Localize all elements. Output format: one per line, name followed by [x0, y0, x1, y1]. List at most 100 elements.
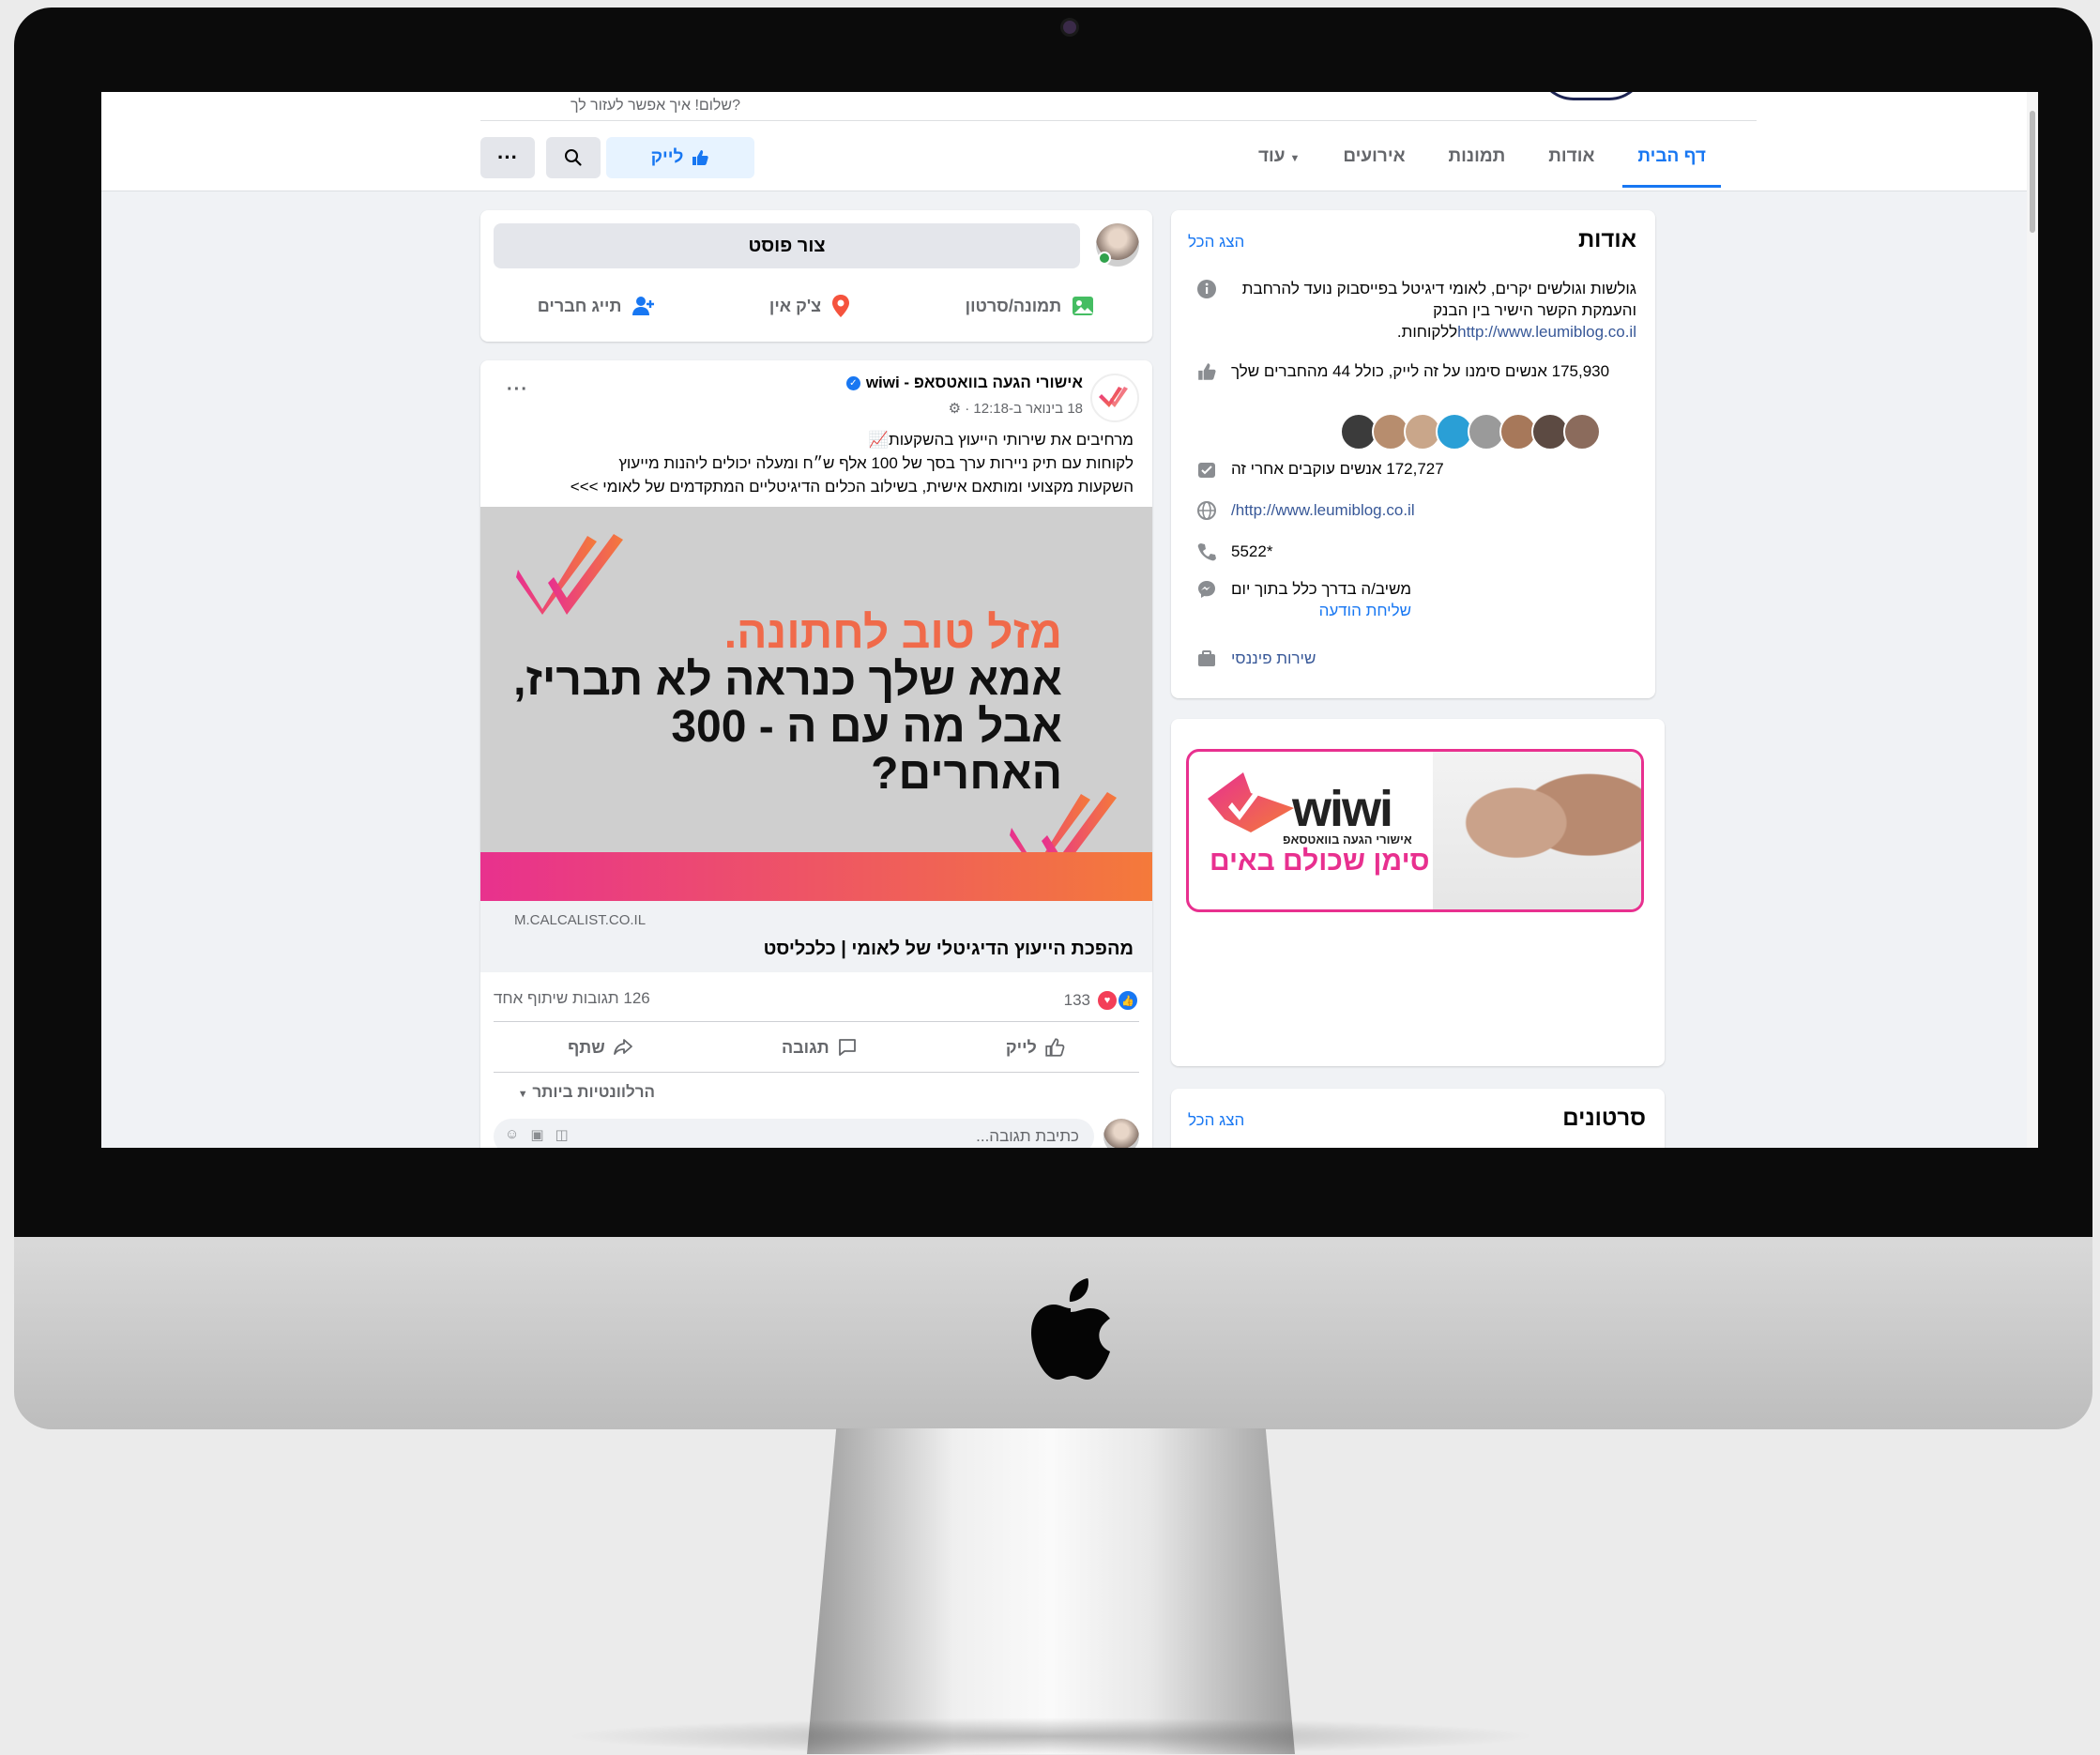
create-post-input[interactable]: צור פוסט	[494, 223, 1080, 268]
comment-sort-dropdown[interactable]: הרלוונטיות ביותר ▼	[518, 1083, 655, 1102]
gear-icon: ⚙	[948, 401, 962, 417]
browser-screen: שלום! איך אפשר לעזור לך? דף הבית אודות ת…	[101, 92, 2038, 1148]
thumbs-up-icon	[1195, 360, 1218, 383]
post-timestamp[interactable]: 18 בינואר ב-12:18 · ⚙	[949, 400, 1083, 417]
create-post-placeholder: צור פוסט	[748, 235, 826, 256]
photo-video-button[interactable]: תמונה/סרטון	[966, 294, 1096, 318]
online-indicator	[1098, 252, 1111, 265]
vertical-scrollbar[interactable]	[2027, 92, 2038, 1148]
post-author-avatar[interactable]	[1090, 374, 1139, 422]
caret-down-icon: ▼	[1289, 153, 1301, 164]
location-pin-icon	[832, 295, 850, 317]
comment-button[interactable]: תגובה	[782, 1037, 858, 1058]
share-button[interactable]: שתף	[568, 1037, 633, 1058]
divider	[480, 120, 1757, 121]
post-stats: 133 ♥ 👍 126 תגובות שיתוף אחד	[494, 980, 1139, 1022]
website-link[interactable]: http://www.leumiblog.co.il/	[1231, 499, 1415, 522]
tag-friends-button[interactable]: תייג חברים	[538, 294, 656, 318]
stand-shadow	[563, 1717, 1539, 1755]
search-button[interactable]	[546, 137, 601, 178]
page-avatar	[1537, 92, 1646, 100]
about-title: אודות	[1577, 227, 1636, 252]
tab-events[interactable]: אירועים	[1339, 141, 1408, 188]
feed-post: wiwi - אישורי הגעה בוואטסאפ ✓ 18 בינואר …	[480, 360, 1152, 1148]
sticker-icon[interactable]: ◫	[555, 1126, 569, 1143]
gradient-bar	[480, 852, 1152, 901]
like-reaction-icon: 👍	[1117, 989, 1139, 1012]
info-icon	[1195, 278, 1218, 300]
see-all-link[interactable]: הצג הכל	[1188, 233, 1244, 252]
timestamp-text: 18 בינואר ב-12:18 ·	[965, 401, 1083, 417]
action-label: שתף	[568, 1037, 605, 1057]
post-author-name[interactable]: wiwi - אישורי הגעה בוואטסאפ ✓	[845, 374, 1083, 392]
heart-reaction-icon: ♥	[1096, 989, 1118, 1012]
response-info: משיב/ה בדרך כלל בתוך יום שליחת הודעה	[1231, 578, 1411, 621]
action-label: צ'ק אין	[768, 296, 822, 315]
post-actions: לייק תגובה שתף	[494, 1023, 1139, 1073]
about-phone: *5522	[1195, 541, 1636, 563]
action-label: לייק	[1005, 1037, 1037, 1057]
post-options-button[interactable]: ···	[507, 379, 528, 401]
scrollbar-thumb[interactable]	[2030, 111, 2035, 233]
headline-accent: מזל טוב לחתונה.	[723, 608, 1062, 658]
photo-icon	[1073, 297, 1094, 315]
gif-icon[interactable]: ▣	[530, 1126, 543, 1143]
send-message-link[interactable]: שליחת הודעה	[1231, 600, 1411, 621]
like-button[interactable]: לייק	[1006, 1037, 1065, 1058]
tab-label: אודות	[1548, 146, 1595, 166]
category-link[interactable]: שירות פיננסי	[1231, 648, 1316, 670]
friend-avatars[interactable]	[1340, 413, 1601, 450]
user-avatar	[1103, 1119, 1139, 1148]
composer-actions: תמונה/סרטון צ'ק אין תייג חברים	[480, 278, 1152, 334]
ellipsis-icon: ···	[497, 145, 518, 169]
comments-shares-count[interactable]: 126 תגובות שיתוף אחד	[494, 989, 650, 1008]
reactions-summary[interactable]: 133 ♥ 👍	[1064, 989, 1139, 1012]
wiwi-logo-icon	[1099, 387, 1128, 407]
followers-text: 172,727 אנשים עוקבים אחרי זה	[1231, 460, 1444, 478]
description-link[interactable]: http://www.leumiblog.co.il	[1457, 323, 1636, 341]
post-image[interactable]: מזל טוב לחתונה. אמא שלך כנראה לא תבריז, …	[480, 507, 1152, 901]
page-header: שלום! איך אפשר לעזור לך? דף הבית אודות ת…	[101, 92, 2038, 191]
more-options-button[interactable]: ···	[480, 137, 535, 178]
followers-icon	[1195, 458, 1218, 481]
search-icon	[565, 149, 582, 166]
videos-card: סרטונים הצג הכל	[1171, 1089, 1665, 1148]
about-followers: 172,727 אנשים עוקבים אחרי זה	[1195, 458, 1636, 481]
tag-friends-icon	[632, 297, 655, 315]
about-likes: 175,930 אנשים סימנו על זה לייק, כולל 44 …	[1195, 360, 1636, 383]
greeting-text: שלום! איך אפשר לעזור לך?	[571, 98, 740, 114]
page-like-button[interactable]: לייק	[606, 137, 754, 178]
tab-home[interactable]: דף הבית	[1622, 141, 1721, 188]
action-label: תמונה/סרטון	[965, 296, 1062, 315]
messenger-icon	[1195, 578, 1218, 601]
ad-brand: wiwi	[1292, 781, 1393, 837]
about-card: אודות הצג הכל גולשות וגולשים יקרים, לאומ…	[1171, 210, 1655, 698]
about-description: גולשות וגולשים יקרים, לאומי דיגיטל בפייס…	[1195, 278, 1636, 343]
author-label: wiwi - אישורי הגעה בוואטסאפ	[865, 374, 1083, 391]
create-post-card: צור פוסט תמונה/סרטון צ'ק אין תייג חברים	[480, 210, 1152, 342]
see-all-link[interactable]: הצג הכל	[1188, 1111, 1244, 1130]
sort-label: הרלוונטיות ביותר	[532, 1083, 655, 1101]
description-body: גולשות וגולשים יקרים, לאומי דיגיטל בפייס…	[1241, 280, 1636, 319]
like-label: לייק	[650, 147, 684, 167]
tab-more[interactable]: עוד ▼	[1255, 141, 1303, 188]
check-in-button[interactable]: צ'ק אין	[769, 294, 851, 318]
friend-avatar	[1563, 413, 1601, 450]
wiwi-logo-icon	[1208, 772, 1294, 832]
link-preview[interactable]: M.CALCALIST.CO.IL מהפכת הייעוץ הדיגיטלי …	[480, 901, 1152, 972]
comment-icon	[838, 1039, 856, 1056]
description-tail: ללקוחות.	[1396, 323, 1458, 341]
tab-label: אירועים	[1343, 146, 1406, 166]
emoji-icon[interactable]: ☺	[505, 1126, 519, 1143]
tab-label: תמונות	[1448, 146, 1506, 166]
tab-about[interactable]: אודות	[1545, 141, 1598, 188]
double-check-icon	[516, 534, 623, 615]
share-icon	[613, 1039, 632, 1055]
comment-input[interactable]: כתיבת תגובה... ☺ ▣ ◫	[494, 1119, 1094, 1148]
wiwi-ad-banner[interactable]: wiwi אישורי הגעה בוואטסאפ סימן שכולם באי…	[1186, 749, 1644, 912]
ad-subtitle: אישורי הגעה בוואטסאפ	[1283, 832, 1412, 847]
comment-tools: ☺ ▣ ◫	[505, 1126, 569, 1143]
user-avatar[interactable]	[1096, 223, 1139, 267]
tab-label: עוד	[1257, 146, 1286, 166]
tab-photos[interactable]: תמונות	[1445, 141, 1510, 188]
